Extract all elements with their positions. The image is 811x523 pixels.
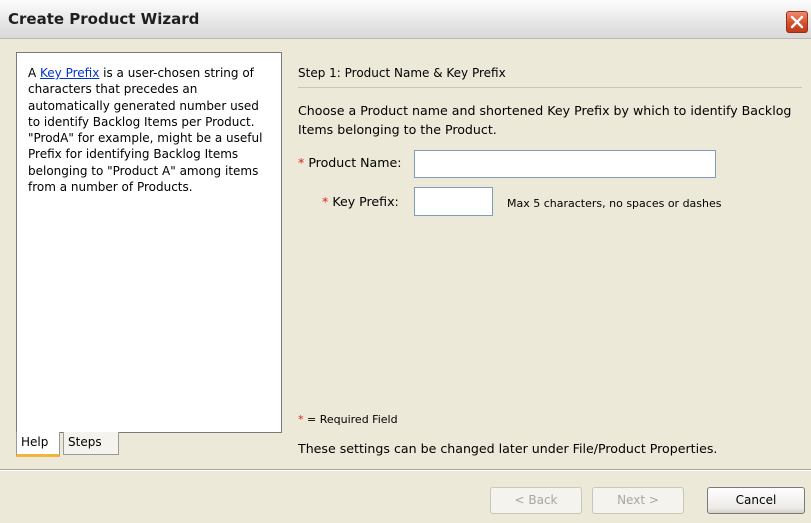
product-name-label: * Product Name: [298,155,402,170]
tab-help[interactable]: Help [16,432,60,457]
close-icon [790,15,804,29]
required-mark: * [322,194,329,209]
product-name-label-text: Product Name: [308,155,402,170]
title-bar[interactable]: Create Product Wizard [0,0,811,39]
create-product-wizard-window: Create Product Wizard A Key Prefix is a … [0,0,811,523]
required-mark: * [298,413,304,426]
button-bar-divider [0,469,811,471]
step-title: Step 1: Product Name & Key Prefix [298,66,506,80]
cancel-button[interactable]: Cancel [707,487,805,514]
window-title: Create Product Wizard [8,10,200,28]
required-mark: * [298,155,305,170]
required-legend-text: = Required Field [307,413,398,426]
help-text-intro: A [28,66,41,80]
help-text: is a user-chosen string of characters th… [28,66,263,195]
next-button[interactable]: Next > [592,487,684,514]
key-prefix-hint: Max 5 characters, no spaces or dashes [507,197,722,210]
step-description: Choose a Product name and shortened Key … [298,103,792,137]
step-divider [298,87,802,88]
close-button[interactable] [786,11,808,33]
required-field-legend: * = Required Field [298,413,398,426]
key-prefix-link[interactable]: Key Prefix [40,66,99,80]
tab-steps[interactable]: Steps [63,432,119,455]
key-prefix-input[interactable] [414,187,493,216]
settings-note: These settings can be changed later unde… [298,441,718,456]
product-name-input[interactable] [414,150,716,178]
help-panel: A Key Prefix is a user-chosen string of … [16,52,282,433]
key-prefix-label-text: Key Prefix: [332,194,399,209]
key-prefix-label: * Key Prefix: [322,194,399,209]
back-button[interactable]: < Back [490,487,582,514]
